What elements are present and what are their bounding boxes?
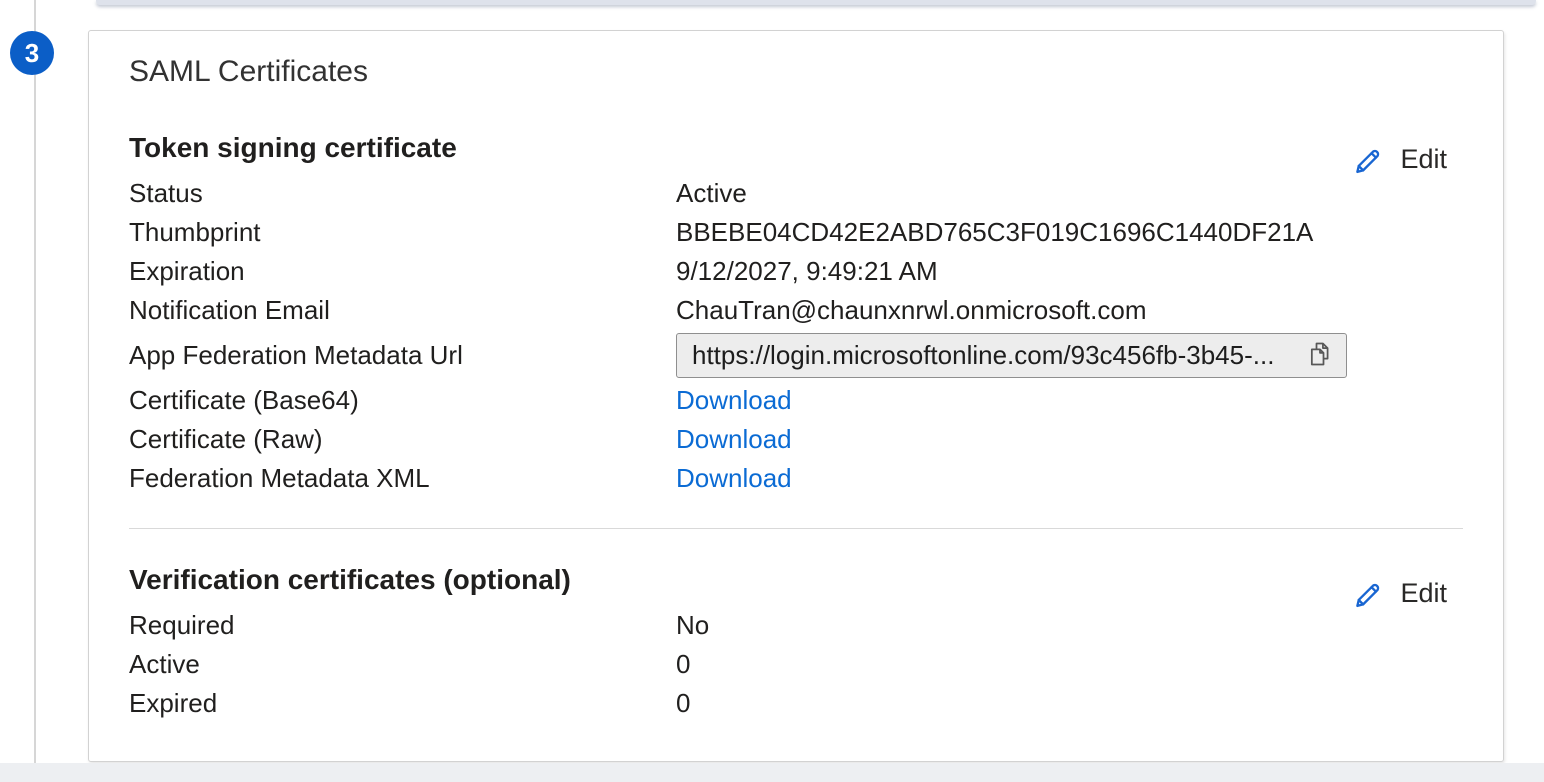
required-value: No (676, 606, 1447, 645)
expiration-value: 9/12/2027, 9:49:21 AM (676, 252, 1447, 291)
expiration-row: Expiration 9/12/2027, 9:49:21 AM (129, 252, 1447, 291)
app-federation-metadata-url-row: App Federation Metadata Url https://logi… (129, 333, 1447, 378)
app-federation-metadata-url-value: https://login.microsoftonline.com/93c456… (692, 340, 1299, 371)
notification-email-value: ChauTran@chaunxnrwl.onmicrosoft.com (676, 291, 1447, 330)
federation-metadata-xml-row: Federation Metadata XML Download (129, 459, 1447, 498)
active-count-label: Active (129, 645, 676, 684)
stepper-connector-line (34, 0, 36, 782)
certificate-base64-row: Certificate (Base64) Download (129, 381, 1447, 420)
download-federation-metadata-xml-link[interactable]: Download (676, 463, 792, 493)
certificate-base64-label: Certificate (Base64) (129, 381, 676, 420)
federation-metadata-xml-label: Federation Metadata XML (129, 459, 676, 498)
expired-count-row: Expired 0 (129, 684, 1447, 723)
token-certificate-details: Status Active Thumbprint BBEBE04CD42E2AB… (129, 174, 1447, 330)
edit-button-label: Edit (1400, 144, 1447, 175)
saml-certificates-card: SAML Certificates Token signing certific… (88, 30, 1504, 762)
page-background-strip (0, 763, 1544, 782)
required-row: Required No (129, 606, 1447, 645)
edit-token-signing-button[interactable]: Edit (1352, 143, 1447, 176)
thumbprint-value: BBEBE04CD42E2ABD765C3F019C1696C1440DF21A (676, 213, 1447, 252)
thumbprint-label: Thumbprint (129, 213, 676, 252)
required-label: Required (129, 606, 676, 645)
active-count-value: 0 (676, 645, 1447, 684)
edit-button-label: Edit (1400, 578, 1447, 609)
app-federation-metadata-url-label: App Federation Metadata Url (129, 333, 676, 378)
certificate-raw-label: Certificate (Raw) (129, 420, 676, 459)
previous-card-bottom-edge (96, 0, 1536, 5)
notification-email-row: Notification Email ChauTran@chaunxnrwl.o… (129, 291, 1447, 330)
step-3-badge: 3 (10, 31, 54, 75)
verification-certificate-details: Required No Active 0 Expired 0 (129, 606, 1447, 723)
download-certificate-base64-link[interactable]: Download (676, 385, 792, 415)
status-row: Status Active (129, 174, 1447, 213)
notification-email-label: Notification Email (129, 291, 676, 330)
active-count-row: Active 0 (129, 645, 1447, 684)
status-value: Active (676, 174, 1447, 213)
copy-icon (1306, 340, 1334, 371)
section-divider (129, 528, 1463, 529)
expired-count-label: Expired (129, 684, 676, 723)
expired-count-value: 0 (676, 684, 1447, 723)
verification-certificates-heading: Verification certificates (optional) (129, 564, 571, 596)
step-number: 3 (25, 38, 39, 69)
certificate-raw-row: Certificate (Raw) Download (129, 420, 1447, 459)
pencil-icon (1352, 143, 1385, 176)
expiration-label: Expiration (129, 252, 676, 291)
status-label: Status (129, 174, 676, 213)
token-signing-certificate-heading: Token signing certificate (129, 132, 457, 164)
thumbprint-row: Thumbprint BBEBE04CD42E2ABD765C3F019C169… (129, 213, 1447, 252)
copy-url-button[interactable] (1299, 335, 1341, 376)
card-title: SAML Certificates (129, 55, 368, 89)
certificate-download-list: Certificate (Base64) Download Certificat… (129, 381, 1447, 498)
download-certificate-raw-link[interactable]: Download (676, 424, 792, 454)
app-federation-metadata-url-field[interactable]: https://login.microsoftonline.com/93c456… (676, 333, 1347, 378)
